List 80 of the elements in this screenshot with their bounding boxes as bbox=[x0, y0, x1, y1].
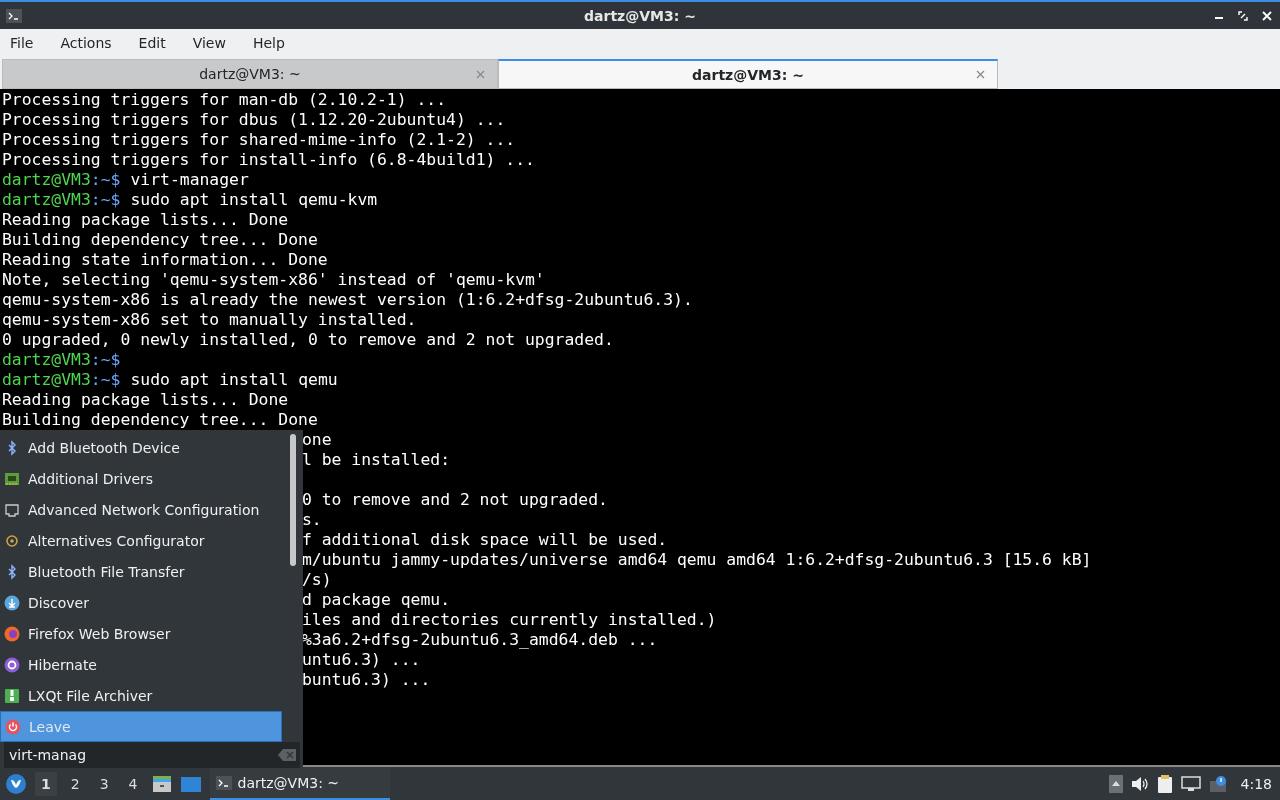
menu-item[interactable]: Actions bbox=[60, 35, 112, 51]
output-line: one bbox=[302, 430, 332, 449]
scrollbar[interactable] bbox=[290, 434, 296, 566]
clear-icon[interactable] bbox=[278, 749, 296, 761]
prompt-path: :~$ bbox=[90, 170, 121, 189]
output-line: Processing triggers for install-info (6.8-4build1) ... bbox=[2, 150, 535, 169]
output-line: 0 to remove and 2 not upgraded. bbox=[302, 490, 608, 509]
output-line: Reading package lists... Done bbox=[2, 210, 289, 229]
menu-item[interactable]: Edit bbox=[138, 35, 166, 51]
prompt-user: dartz@VM3 bbox=[2, 190, 91, 209]
menu-entry[interactable]: LXQt File Archiver bbox=[0, 680, 282, 711]
prompt-path: :~$ bbox=[90, 370, 121, 389]
workspace-button[interactable]: 3 bbox=[93, 771, 115, 796]
hibernate-icon bbox=[4, 656, 20, 673]
prompt-user: dartz@VM3 bbox=[2, 350, 91, 369]
output-line: d package qemu. bbox=[302, 590, 451, 609]
output-line: %3a6.2+dfsg-2ubuntu6.3_amd64.deb ... bbox=[302, 630, 658, 649]
prompt-user: dartz@VM3 bbox=[2, 370, 91, 389]
menu-entry[interactable]: Firefox Web Browser bbox=[0, 618, 282, 649]
output-line: untu6.3) ... bbox=[302, 650, 421, 669]
menu-item[interactable]: View bbox=[192, 35, 226, 51]
menu-item[interactable]: File bbox=[10, 35, 34, 51]
network-icon[interactable] bbox=[1180, 775, 1201, 792]
notification-icon[interactable] bbox=[1208, 774, 1229, 793]
workspace-button[interactable]: 1 bbox=[35, 771, 57, 796]
output-line: 0 upgraded, 0 newly installed, 0 to remove and 2 not upgraded. bbox=[2, 330, 614, 349]
menu-entry[interactable]: Discover bbox=[0, 587, 282, 618]
window-title: dartz@VM3: ~ bbox=[583, 7, 697, 24]
output-line: /s) bbox=[302, 570, 332, 589]
command-text: sudo apt install qemu bbox=[130, 370, 338, 389]
menu-entry[interactable]: Bluetooth File Transfer bbox=[0, 556, 282, 587]
output-line: Building dependency tree... Done bbox=[2, 230, 318, 249]
chip-icon bbox=[4, 470, 20, 487]
output-line: Processing triggers for dbus (1.12.20-2ubuntu4) ... bbox=[2, 110, 506, 129]
workspace-button[interactable]: 2 bbox=[64, 771, 86, 796]
menu-item[interactable]: Help bbox=[252, 35, 285, 51]
start-menu-icon[interactable] bbox=[5, 772, 27, 795]
output-line: Reading state information... Done bbox=[2, 250, 328, 269]
output-line: m/ubuntu jammy-updates/universe amd64 qemu amd64 1:6.2+dfsg-2ubuntu6.3 [15.6 kB] bbox=[302, 550, 1092, 569]
menu-entry[interactable]: Advanced Network Configuration bbox=[0, 494, 282, 525]
output-line: f additional disk space will be used. bbox=[302, 530, 668, 549]
network-port-icon bbox=[4, 501, 20, 518]
output-line: iles and directories currently installed.) bbox=[302, 610, 717, 629]
desktop-icon[interactable] bbox=[179, 774, 202, 793]
output-line: buntu6.3) ... bbox=[302, 670, 431, 689]
menu-entry[interactable]: Additional Drivers bbox=[0, 463, 282, 494]
menu-entry[interactable]: Alternatives Configurator bbox=[0, 525, 282, 556]
file-manager-icon[interactable] bbox=[151, 774, 172, 793]
output-line: qemu-system-x86 set to manually installed. bbox=[2, 310, 417, 329]
prompt-path: :~$ bbox=[90, 190, 121, 209]
search-field[interactable]: virt-manag bbox=[4, 742, 300, 768]
archive-icon bbox=[4, 687, 20, 704]
menu-entry[interactable]: Add Bluetooth Device bbox=[0, 432, 282, 463]
terminal-icon bbox=[6, 8, 22, 23]
output-line: Processing triggers for shared-mime-info (2.1-2) ... bbox=[2, 130, 516, 149]
power-icon bbox=[5, 718, 21, 735]
download-icon bbox=[4, 594, 20, 611]
volume-icon[interactable] bbox=[1130, 775, 1149, 792]
menu-entry[interactable]: Hibernate bbox=[0, 649, 282, 680]
maximize-icon[interactable] bbox=[1238, 10, 1248, 21]
browser-icon bbox=[4, 625, 20, 642]
terminal-icon bbox=[215, 775, 232, 790]
output-line: l be installed: bbox=[302, 450, 451, 469]
clipboard-icon[interactable] bbox=[1156, 773, 1173, 794]
tray-expand-icon[interactable] bbox=[1108, 774, 1123, 793]
output-line: Building dependency tree... Done bbox=[2, 410, 318, 429]
output-line: Reading package lists... Done bbox=[2, 390, 289, 409]
command-text: virt-manager bbox=[130, 170, 249, 189]
workspace-button[interactable]: 4 bbox=[122, 771, 144, 796]
output-line: Note, selecting 'qemu-system-x86' instead of 'qemu-kvm' bbox=[2, 270, 545, 289]
output-line: qemu-system-x86 is already the newest version (1:6.2+dfsg-2ubuntu6.3). bbox=[2, 290, 693, 309]
prompt-path: :~$ bbox=[90, 350, 121, 369]
tab[interactable]: dartz@VM3: ~ bbox=[498, 59, 998, 89]
tab[interactable]: dartz@VM3: ~ bbox=[2, 59, 498, 89]
command-text: sudo apt install qemu-kvm bbox=[130, 190, 378, 209]
prompt-user: dartz@VM3 bbox=[2, 170, 91, 189]
clock[interactable]: 4:18 bbox=[1240, 775, 1272, 792]
output-line: Processing triggers for man-db (2.10.2-1) ... bbox=[2, 90, 447, 109]
task-button[interactable]: dartz@VM3: ~ bbox=[209, 767, 390, 800]
output-line: s. bbox=[302, 510, 322, 529]
